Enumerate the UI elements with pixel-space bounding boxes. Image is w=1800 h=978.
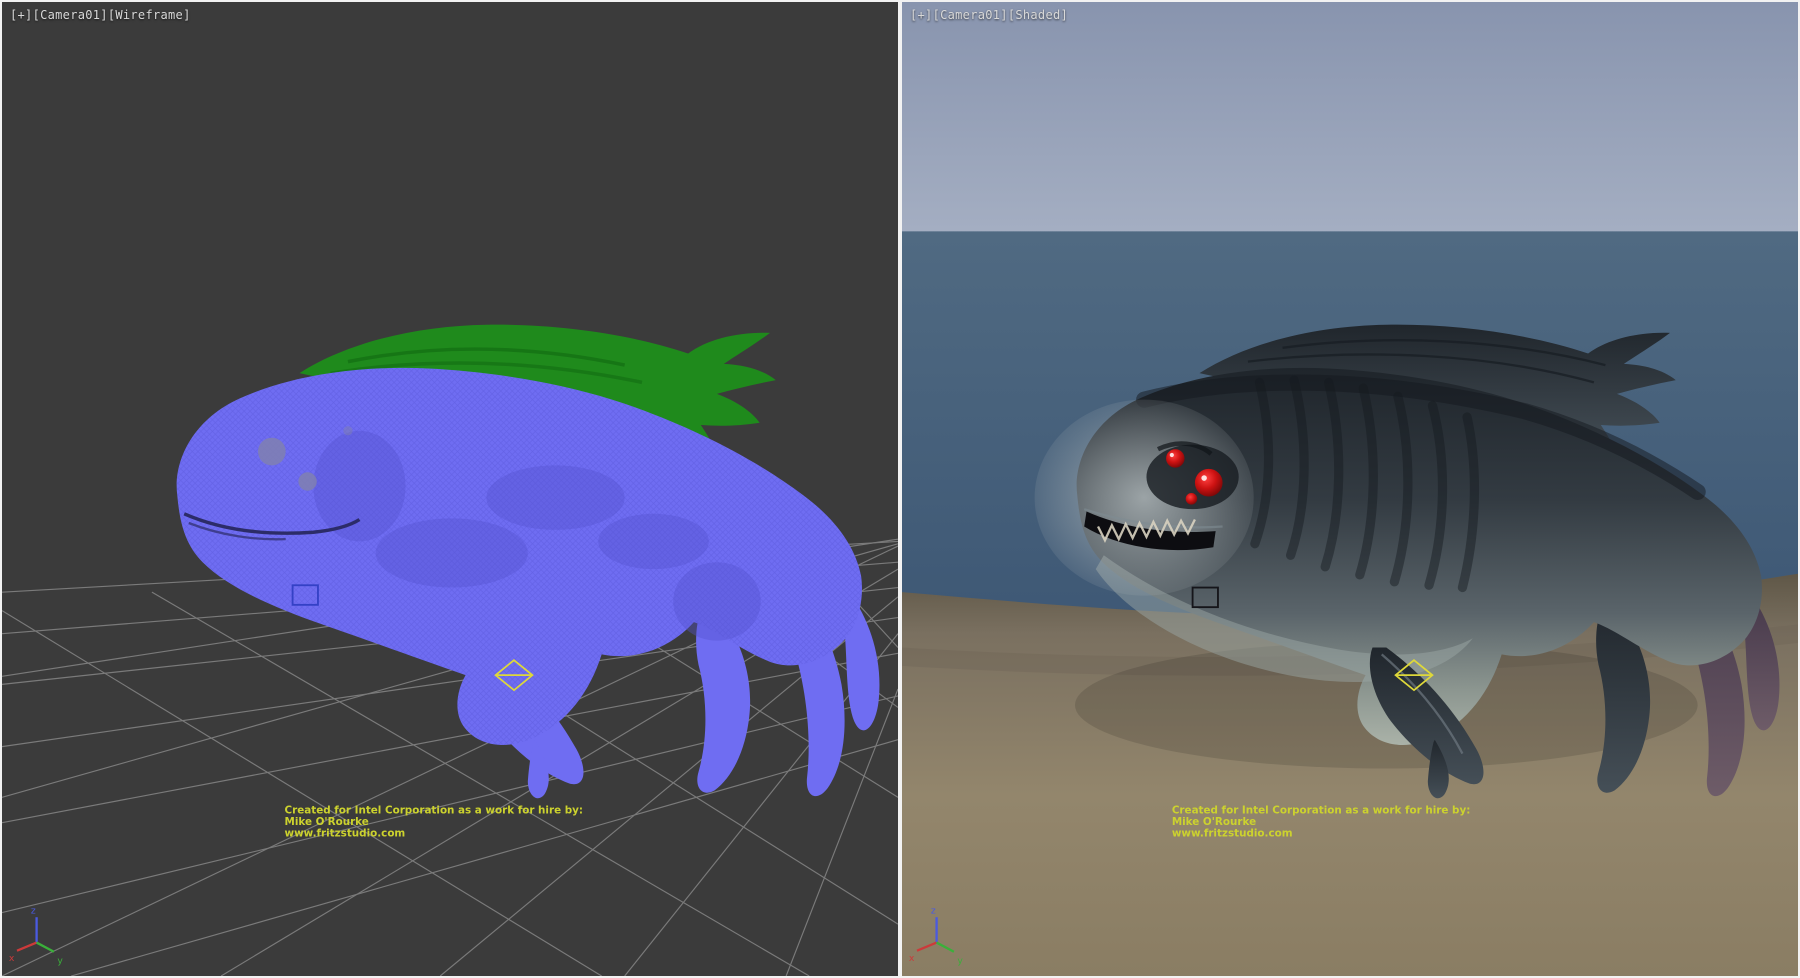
viewport-menu-shading[interactable]: [Shaded] — [1008, 8, 1068, 22]
viewport-menu-camera[interactable]: [Camera01] — [33, 8, 108, 22]
watermark-line2: Mike O'Rourke — [285, 816, 369, 828]
axis-z-label: z — [31, 906, 36, 917]
eye-large — [1195, 469, 1223, 497]
viewport-label-left: [+] [Camera01] [Wireframe] — [10, 8, 191, 22]
viewport-menu-general[interactable]: [+] — [10, 8, 33, 22]
fish-model-wireframe[interactable] — [177, 325, 880, 799]
watermark-line3: www.fritzstudio.com — [1172, 828, 1293, 840]
axis-y-label: y — [957, 955, 963, 966]
viewport-label-right: [+] [Camera01] [Shaded] — [910, 8, 1068, 22]
watermark-line2: Mike O'Rourke — [1172, 816, 1256, 828]
watermark-line3: www.fritzstudio.com — [285, 828, 406, 840]
axis-x-label: x — [9, 953, 15, 964]
axis-z-label: z — [931, 906, 936, 917]
eye-small — [1186, 493, 1198, 505]
viewport-menu-shading[interactable]: [Wireframe] — [108, 8, 191, 22]
eye-medium — [1166, 449, 1184, 467]
dual-viewport-area: [+] [Camera01] [Wireframe] — [0, 0, 1800, 978]
watermark-text: Created for Intel Corporation as a work … — [285, 804, 584, 839]
viewport-wireframe[interactable]: [+] [Camera01] [Wireframe] — [2, 2, 898, 976]
viewport-menu-camera[interactable]: [Camera01] — [933, 8, 1008, 22]
axis-y-label: y — [57, 955, 63, 966]
watermark-line1: Created for Intel Corporation as a work … — [285, 804, 584, 816]
watermark-line1: Created for Intel Corporation as a work … — [1172, 804, 1471, 816]
world-axis-tripod: z x y — [9, 906, 63, 967]
viewport-menu-general[interactable]: [+] — [910, 8, 933, 22]
axis-x-label: x — [909, 953, 915, 964]
sky — [902, 2, 1798, 231]
wireframe-canvas[interactable]: Created for Intel Corporation as a work … — [2, 2, 898, 976]
shaded-canvas[interactable]: Created for Intel Corporation as a work … — [902, 2, 1798, 976]
viewport-shaded[interactable]: [+] [Camera01] [Shaded] — [902, 2, 1798, 976]
